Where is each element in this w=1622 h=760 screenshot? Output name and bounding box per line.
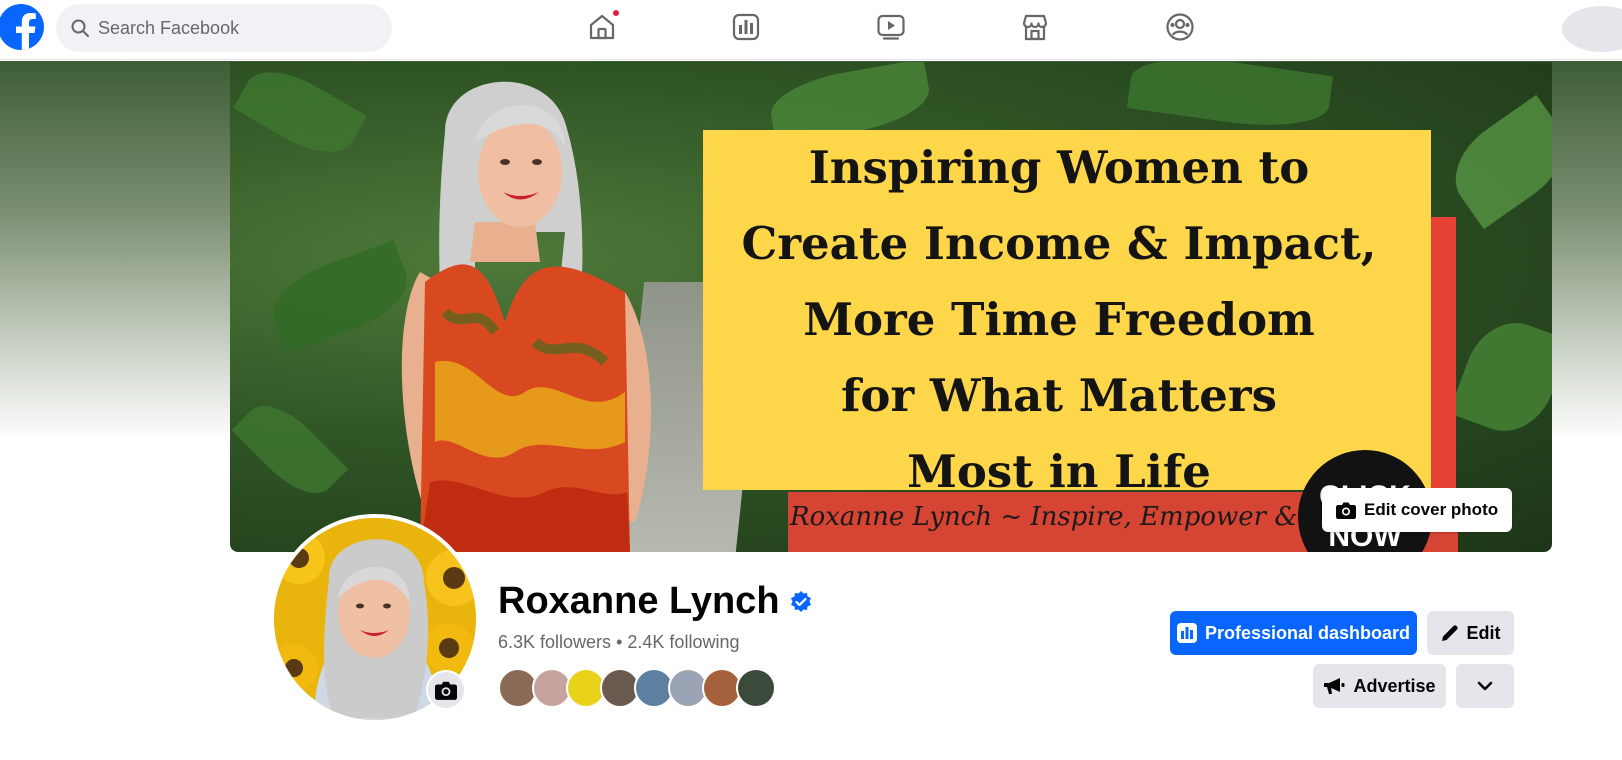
profile-name: Roxanne Lynch [498,580,780,622]
professional-tab[interactable] [729,10,763,44]
search-input[interactable] [98,17,358,39]
profile-name-row: Roxanne Lynch [498,580,812,623]
follower-avatar[interactable] [736,668,776,708]
verified-badge-icon [790,590,811,612]
video-icon [877,14,905,40]
professional-dashboard-button[interactable]: Professional dashboard [1170,611,1417,655]
professional-dashboard-label: Professional dashboard [1204,622,1411,643]
groups-tab[interactable] [1163,10,1197,44]
pencil-icon [1441,625,1458,641]
headline-line: for What Matters [841,369,1277,422]
search-icon [71,19,89,37]
advertise-button[interactable]: Advertise [1313,664,1446,708]
marketplace-tab[interactable] [1018,10,1052,44]
foliage [1448,309,1552,445]
search-bar[interactable] [56,4,392,52]
home-tab[interactable] [585,8,621,44]
edit-profile-button[interactable]: Edit [1427,611,1514,655]
more-options-button[interactable] [1456,664,1514,708]
video-tab[interactable] [874,10,908,44]
camera-icon [1336,502,1356,519]
stats-separator: • [616,632,623,652]
edit-label: Edit [1466,622,1501,643]
followers-link[interactable]: 6.3K followers [498,632,611,652]
foliage [1437,94,1552,230]
camera-icon [435,681,457,700]
cover-headline: Inspiring Women to Create Income & Impac… [703,130,1415,510]
follow-stats: 6.3K followers • 2.4K following [498,632,739,653]
headline-line: Inspiring Women to [808,141,1310,194]
dashboard-icon [732,13,760,41]
foliage [1126,62,1334,136]
notification-dot [611,8,621,18]
dashboard-icon [1176,623,1197,643]
menu-button[interactable] [1562,6,1622,52]
chevron-down-icon [1477,681,1493,691]
update-profile-picture-button[interactable] [426,670,466,710]
headline-line: Create Income & Impact, [741,217,1377,270]
edit-cover-photo-button[interactable]: Edit cover photo [1322,488,1513,532]
megaphone-icon [1324,678,1345,694]
edit-cover-photo-label: Edit cover photo [1364,500,1499,519]
groups-icon [1166,13,1194,41]
cover-person-illustration [401,81,652,552]
following-link[interactable]: 2.4K following [627,632,739,652]
facebook-logo-icon[interactable] [0,4,44,50]
marketplace-icon [1022,14,1048,41]
cover-photo[interactable]: Inspiring Women to Create Income & Impac… [230,62,1552,552]
advertise-label: Advertise [1353,675,1436,696]
top-navigation-bar [0,0,1622,60]
cover-signature: Roxanne Lynch ~ Inspire, Empower & Educa… [790,502,1414,532]
headline-line: More Time Freedom [803,293,1315,346]
